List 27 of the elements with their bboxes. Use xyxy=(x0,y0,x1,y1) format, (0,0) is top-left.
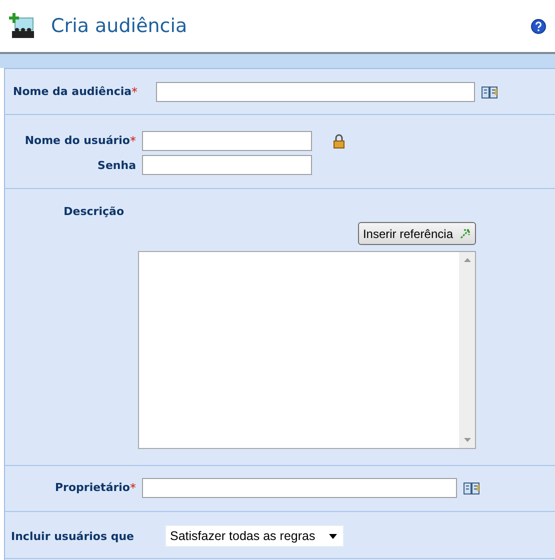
caret-icon xyxy=(329,534,337,538)
insert-reference-button[interactable]: Inserir referência xyxy=(358,222,476,245)
required-mark: * xyxy=(130,134,136,148)
rules-dropdown[interactable]: Satisfazer todas as regras xyxy=(165,525,344,547)
scrollbar[interactable] xyxy=(459,252,475,448)
page-title: Cria audiência xyxy=(51,15,188,37)
text-field[interactable] xyxy=(142,478,457,498)
field-label: Descrição xyxy=(62,205,125,218)
field-label: Nome da audiência* xyxy=(13,85,139,99)
book-icon[interactable] xyxy=(463,481,480,495)
description-field[interactable] xyxy=(138,251,476,449)
field-label: Incluir usuários que xyxy=(11,530,135,542)
scroll-down-icon[interactable] xyxy=(464,438,470,442)
text-field[interactable] xyxy=(156,82,475,102)
field-label: Nome do usuário* xyxy=(24,134,137,148)
audience-add-icon xyxy=(9,12,37,40)
help-icon[interactable] xyxy=(531,18,546,34)
text-field[interactable] xyxy=(142,155,312,175)
arrow-icon xyxy=(459,228,471,240)
text-field[interactable] xyxy=(142,131,312,151)
field-label: Proprietário* xyxy=(54,481,137,495)
lock-icon xyxy=(333,134,345,148)
required-mark: * xyxy=(130,481,136,495)
book-icon[interactable] xyxy=(481,85,498,99)
field-label: Senha xyxy=(96,158,137,172)
required-mark: * xyxy=(132,85,138,99)
scroll-up-icon[interactable] xyxy=(464,258,470,262)
